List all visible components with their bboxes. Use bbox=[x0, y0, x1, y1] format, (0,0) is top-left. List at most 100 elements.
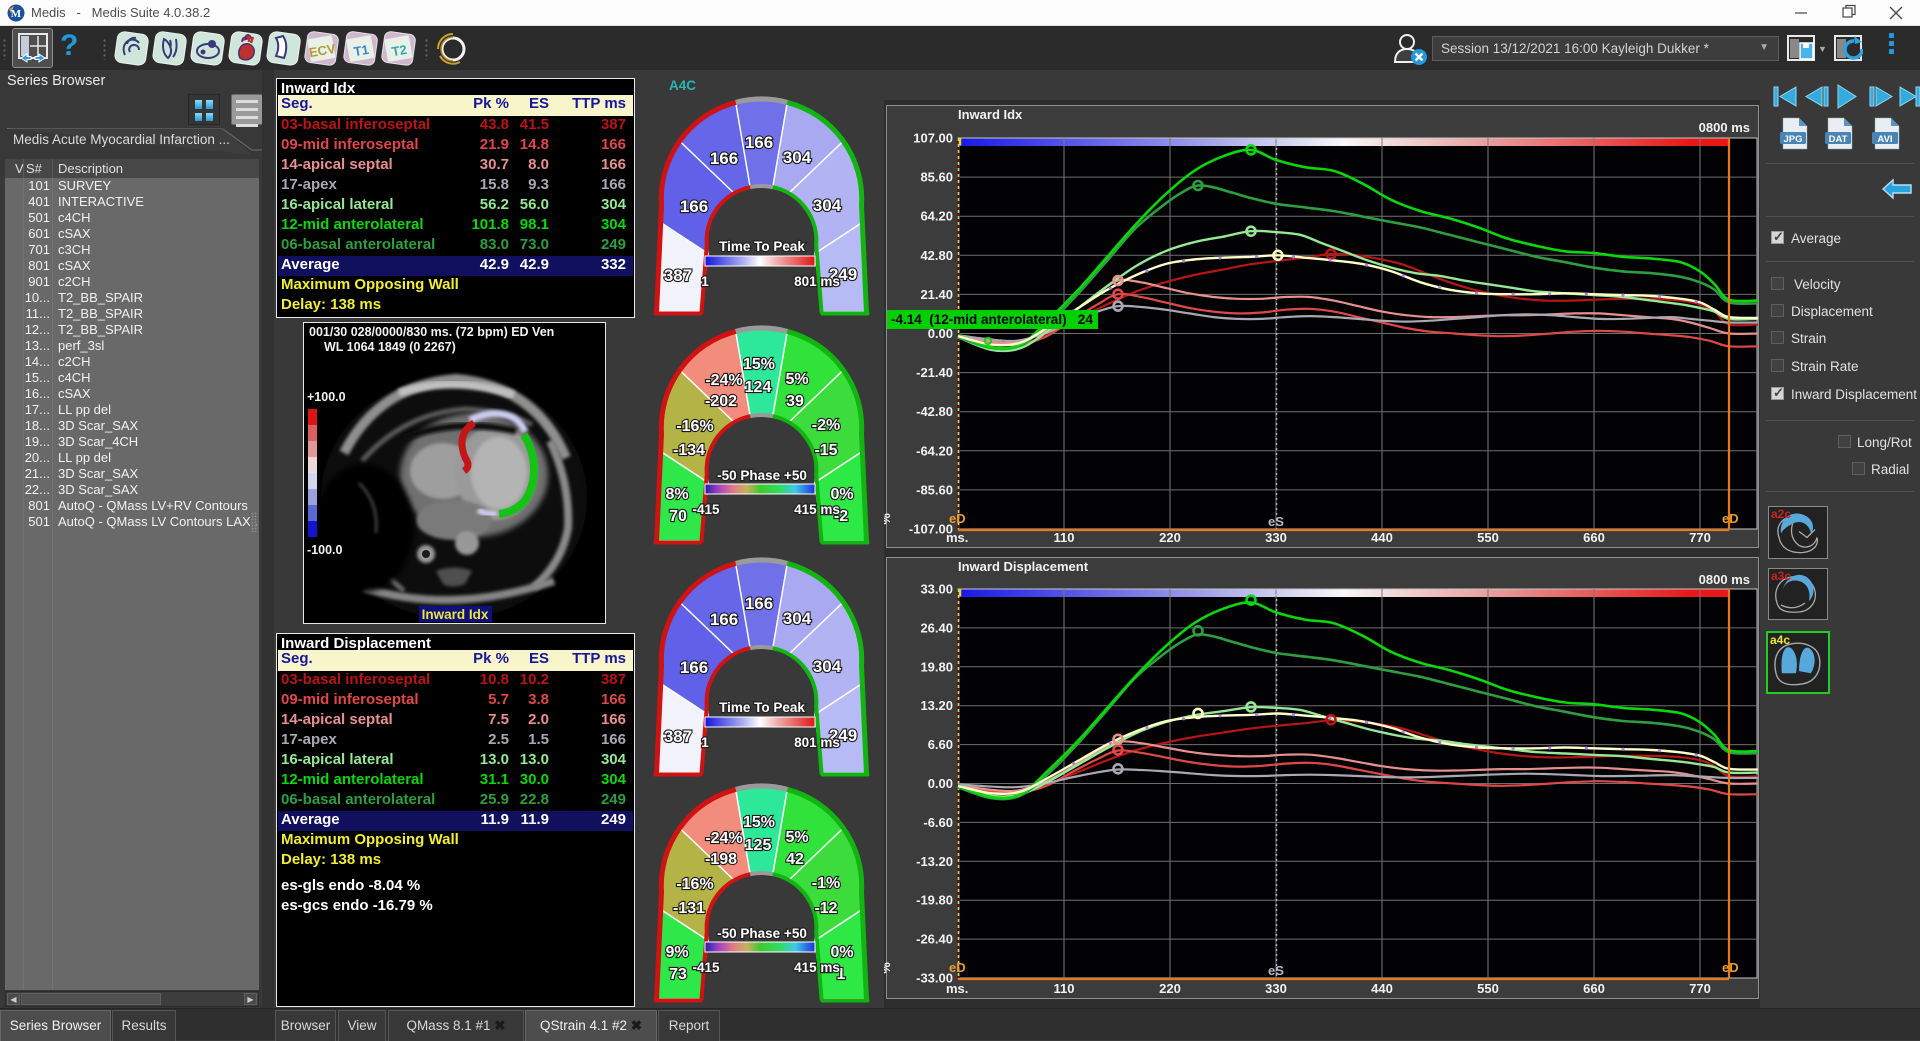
svg-text:1: 1 bbox=[701, 735, 709, 750]
svg-text:-26.40: -26.40 bbox=[916, 932, 953, 947]
svg-text:-85.60: -85.60 bbox=[916, 482, 953, 497]
svg-text:6.60: 6.60 bbox=[928, 737, 953, 752]
svg-text:-16%: -16% bbox=[676, 418, 713, 435]
svg-text:-19.80: -19.80 bbox=[916, 893, 953, 908]
svg-text:304: 304 bbox=[813, 196, 842, 215]
svg-text:-15: -15 bbox=[814, 442, 837, 459]
svg-text:eS: eS bbox=[1268, 514, 1284, 529]
svg-text:64.20: 64.20 bbox=[920, 209, 953, 224]
svg-text:15%: 15% bbox=[743, 356, 775, 373]
svg-text:-42.80: -42.80 bbox=[916, 404, 953, 419]
svg-text:5%: 5% bbox=[785, 371, 808, 388]
svg-text:001/30 028/0000/830 ms. (72: 001/30 028/0000/830 ms. (72 bpm) ED Ven bbox=[309, 325, 554, 339]
svg-text:26.40: 26.40 bbox=[920, 620, 953, 635]
svg-text:DAT: DAT bbox=[1829, 134, 1848, 145]
svg-text:Inward Idx: Inward Idx bbox=[422, 607, 489, 622]
svg-text:eD: eD bbox=[1722, 511, 1739, 526]
svg-text:T2: T2 bbox=[390, 42, 408, 59]
svg-text:801 ms: 801 ms bbox=[794, 735, 840, 750]
svg-text:-131: -131 bbox=[673, 900, 705, 917]
svg-text:110: 110 bbox=[1054, 530, 1075, 545]
svg-text:387: 387 bbox=[664, 266, 692, 285]
svg-text:-1%: -1% bbox=[812, 875, 840, 892]
svg-text:9%: 9% bbox=[665, 944, 688, 961]
svg-text:220: 220 bbox=[1159, 530, 1181, 545]
svg-text:85.60: 85.60 bbox=[920, 170, 953, 185]
svg-text:8%: 8% bbox=[665, 486, 688, 503]
svg-text:73: 73 bbox=[669, 966, 687, 983]
svg-text:+100.0: +100.0 bbox=[307, 390, 346, 404]
svg-text:21.40: 21.40 bbox=[920, 287, 953, 302]
svg-text:660: 660 bbox=[1583, 530, 1605, 545]
svg-text:AVI: AVI bbox=[1877, 134, 1892, 145]
svg-text:-2%: -2% bbox=[812, 417, 840, 434]
svg-text:%: % bbox=[884, 962, 893, 974]
svg-text:166: 166 bbox=[745, 594, 773, 613]
svg-text:415 ms: 415 ms bbox=[794, 502, 840, 517]
svg-text:-415: -415 bbox=[692, 960, 720, 975]
svg-text:42: 42 bbox=[786, 851, 804, 868]
svg-text:-4.14 (12-mid anterolateral): -4.14 (12-mid anterolateral) 24 bbox=[891, 312, 1093, 327]
svg-text:-415: -415 bbox=[692, 502, 720, 517]
svg-text:166: 166 bbox=[680, 197, 708, 216]
svg-text:801 ms: 801 ms bbox=[794, 274, 840, 289]
svg-text:125: 125 bbox=[745, 837, 772, 854]
svg-text:440: 440 bbox=[1371, 981, 1393, 996]
svg-text:0%: 0% bbox=[830, 486, 853, 503]
svg-text:-198: -198 bbox=[705, 851, 737, 868]
svg-text:330: 330 bbox=[1265, 530, 1287, 545]
svg-text:-13.20: -13.20 bbox=[916, 854, 953, 869]
svg-text:-50 Phase +50: -50 Phase +50 bbox=[717, 468, 807, 483]
svg-text:304: 304 bbox=[813, 657, 842, 676]
svg-text:Time To Peak: Time To Peak bbox=[719, 239, 805, 254]
svg-text:330: 330 bbox=[1265, 981, 1287, 996]
svg-text:0800 ms: 0800 ms bbox=[1699, 572, 1750, 587]
svg-text:-134: -134 bbox=[673, 442, 705, 459]
svg-text:166: 166 bbox=[745, 133, 773, 152]
svg-text:770: 770 bbox=[1689, 530, 1711, 545]
svg-text:Time To Peak: Time To Peak bbox=[719, 700, 805, 715]
svg-text:ms.: ms. bbox=[946, 530, 968, 545]
svg-text:-64.20: -64.20 bbox=[916, 443, 953, 458]
svg-text:42.80: 42.80 bbox=[920, 248, 953, 263]
svg-text:70: 70 bbox=[669, 508, 687, 525]
svg-text:15%: 15% bbox=[743, 814, 775, 831]
svg-text:166: 166 bbox=[680, 658, 708, 677]
svg-text:660: 660 bbox=[1583, 981, 1605, 996]
svg-text:304: 304 bbox=[783, 148, 812, 167]
svg-text:-6.60: -6.60 bbox=[923, 815, 953, 830]
svg-text:-202: -202 bbox=[705, 393, 737, 410]
svg-text:550: 550 bbox=[1477, 981, 1499, 996]
svg-text:13.20: 13.20 bbox=[920, 698, 953, 713]
svg-text:%: % bbox=[884, 513, 893, 525]
svg-text:-12: -12 bbox=[814, 900, 837, 917]
svg-text:eS: eS bbox=[1268, 963, 1284, 978]
svg-text:220: 220 bbox=[1159, 981, 1181, 996]
svg-text:M: M bbox=[11, 8, 22, 20]
svg-text:0.00: 0.00 bbox=[928, 776, 953, 791]
svg-text:ms.: ms. bbox=[946, 981, 968, 996]
svg-text:550: 550 bbox=[1477, 530, 1499, 545]
svg-text:124: 124 bbox=[745, 379, 772, 396]
svg-text:387: 387 bbox=[664, 727, 692, 746]
svg-text:770: 770 bbox=[1689, 981, 1711, 996]
svg-text:440: 440 bbox=[1371, 530, 1393, 545]
svg-text:Inward Displacement: Inward Displacement bbox=[958, 559, 1089, 574]
svg-text:33.00: 33.00 bbox=[920, 582, 953, 597]
svg-text:eD: eD bbox=[1722, 960, 1739, 975]
svg-text:-24%: -24% bbox=[705, 830, 742, 847]
svg-text:0%: 0% bbox=[830, 944, 853, 961]
svg-text:0800 ms: 0800 ms bbox=[1699, 120, 1750, 135]
svg-text:1: 1 bbox=[701, 274, 709, 289]
svg-text:107.00: 107.00 bbox=[913, 131, 953, 146]
svg-text:JPG: JPG bbox=[1783, 134, 1802, 145]
svg-text:-21.40: -21.40 bbox=[916, 365, 953, 380]
svg-text:166: 166 bbox=[710, 610, 738, 629]
svg-text:-50 Phase +50: -50 Phase +50 bbox=[717, 926, 807, 941]
svg-text:-100.0: -100.0 bbox=[307, 543, 342, 557]
svg-text:-16%: -16% bbox=[676, 876, 713, 893]
svg-text:39: 39 bbox=[786, 393, 804, 410]
svg-text:WL 1064 1849 (0 2267): WL 1064 1849 (0 2267) bbox=[324, 340, 456, 354]
svg-text:Inward Idx: Inward Idx bbox=[958, 107, 1023, 122]
svg-text:415 ms: 415 ms bbox=[794, 960, 840, 975]
